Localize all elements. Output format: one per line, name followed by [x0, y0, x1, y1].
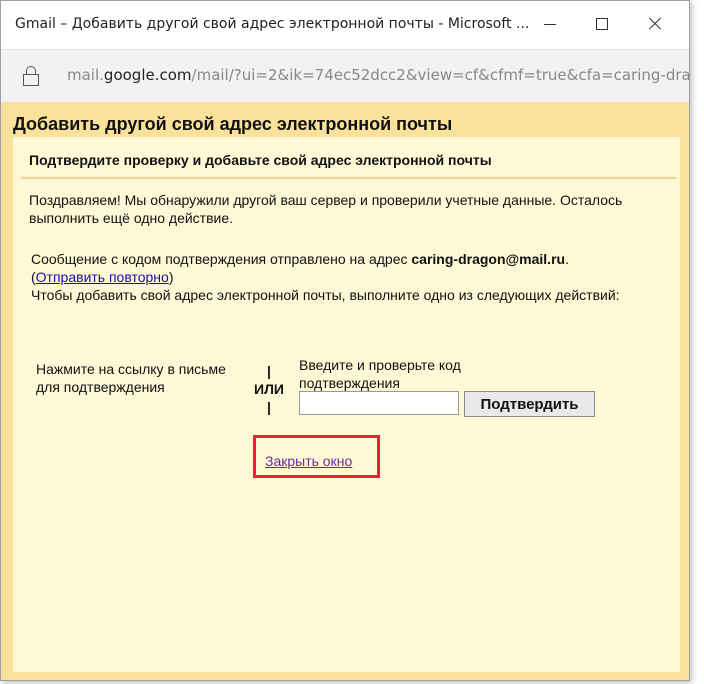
page-content: Добавить другой свой адрес электронной п…	[1, 102, 689, 680]
paren-close: )	[168, 269, 174, 285]
confirm-button[interactable]: Подтвердить	[464, 391, 595, 417]
url-domain: google.com	[103, 66, 192, 84]
or-separator: | ИЛИ |	[249, 362, 289, 416]
url-prefix: mail.	[67, 66, 104, 84]
instruction-text: Чтобы добавить свой адрес электронной по…	[31, 287, 620, 303]
url-path: /mail/?ui=2&ik=74ec52dcc2&view=cf&cfmf=t…	[191, 66, 690, 84]
url-text[interactable]: mail.google.com/mail/?ui=2&ik=74ec52dcc2…	[67, 66, 690, 84]
divider	[21, 177, 676, 179]
window-title: Gmail – Добавить другой свой адрес элект…	[15, 16, 530, 32]
minimize-icon[interactable]	[542, 15, 562, 35]
sent-text: Сообщение с кодом подтверждения отправле…	[31, 251, 412, 267]
code-input[interactable]	[299, 391, 459, 415]
verification-panel: Подтвердите проверку и добавьте свой адр…	[13, 137, 680, 672]
title-bar: Gmail – Добавить другой свой адрес элект…	[1, 1, 689, 49]
congrats-message: Поздравляем! Мы обнаружили другой ваш се…	[29, 192, 623, 226]
separator-bar-top: |	[267, 363, 271, 379]
separator-word: ИЛИ	[254, 381, 284, 397]
page-title: Добавить другой свой адрес электронной п…	[13, 114, 453, 134]
option-enter-code: Введите и проверьте код подтверждения	[299, 357, 461, 391]
email-address: caring-dragon@mail.ru	[411, 251, 566, 267]
option-click-link: Нажмите на ссылку в письме для подтвержд…	[36, 361, 226, 395]
browser-window: Gmail – Добавить другой свой адрес элект…	[0, 0, 690, 681]
resend-link[interactable]: Отправить повторно	[36, 269, 169, 285]
address-bar[interactable]: mail.google.com/mail/?ui=2&ik=74ec52dcc2…	[1, 49, 689, 103]
panel-heading: Подтвердите проверку и добавьте свой адр…	[29, 152, 492, 168]
lock-icon	[23, 66, 39, 86]
close-window-link[interactable]: Закрыть окно	[265, 453, 352, 469]
close-icon[interactable]	[646, 15, 666, 35]
sent-period: .	[565, 251, 569, 267]
maximize-icon[interactable]	[594, 15, 614, 35]
sent-message: Сообщение с кодом подтверждения отправле…	[31, 250, 671, 304]
separator-bar-bottom: |	[267, 399, 271, 415]
